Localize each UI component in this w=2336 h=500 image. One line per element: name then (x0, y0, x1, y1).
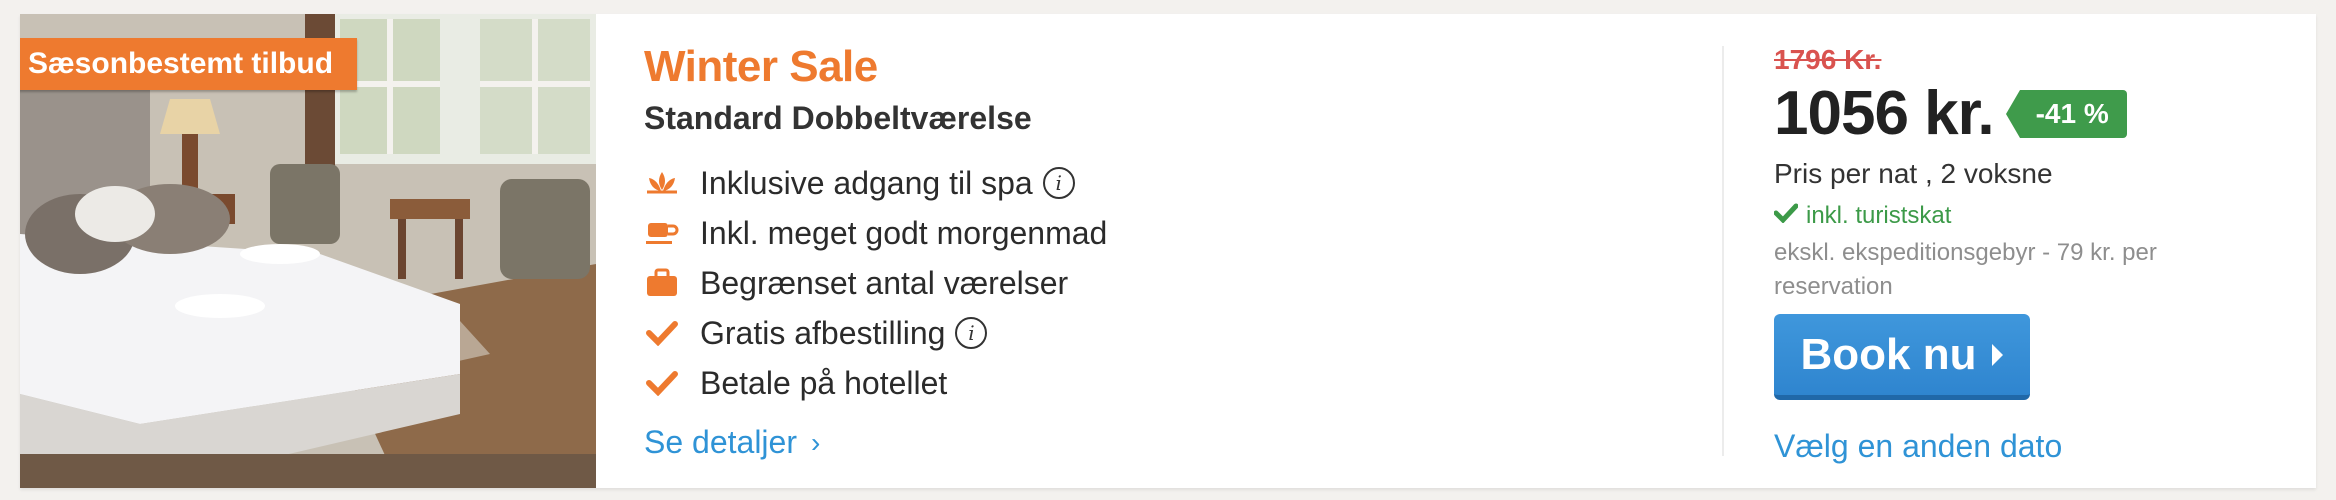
see-details-link[interactable]: Se detaljer › (644, 424, 820, 461)
check-icon (1773, 202, 1799, 230)
spa-lotus-icon (644, 165, 680, 201)
info-icon[interactable]: i (1042, 167, 1075, 199)
original-price: 1796 Kr. (1774, 44, 1882, 75)
feature-limited-rooms: Begrænset antal værelser (644, 258, 1107, 308)
chevron-right-icon: › (810, 426, 821, 458)
current-price: 1056 kr. (1774, 79, 1995, 148)
price-row: 1056 kr. -41 % (1774, 78, 2127, 149)
feature-free-cancellation-label: Gratis afbestilling (700, 314, 946, 351)
tax-note-label: inkl. turistskat (1806, 202, 1952, 229)
feature-breakfast-label: Inkl. meget godt morgenmad (700, 214, 1108, 251)
feature-breakfast: Inkl. meget godt morgenmad (644, 208, 1107, 258)
feature-limited-rooms-label: Begrænset antal værelser (700, 264, 1069, 301)
deal-card: Sæsonbestemt tilbud Winter Sale Standard… (20, 14, 2316, 488)
feature-spa: Inklusive adgang til spa i (644, 158, 1107, 208)
check-icon (644, 365, 680, 401)
discount-badge: -41 % (2005, 89, 2127, 138)
choose-other-date-link[interactable]: Vælg en anden dato (1774, 428, 2062, 465)
coffee-cup-icon (644, 215, 680, 251)
seasonal-offer-badge: Sæsonbestemt tilbud (20, 38, 358, 90)
book-now-label: Book nu (1800, 329, 1977, 379)
column-divider (1722, 46, 1724, 456)
info-icon[interactable]: i (955, 317, 988, 349)
caret-right-icon (1992, 343, 2004, 366)
feature-free-cancellation: Gratis afbestilling i (644, 308, 1107, 358)
deal-info: Winter Sale Standard Dobbeltværelse Inkl… (644, 14, 1644, 488)
tax-note: inkl. turistskat (1773, 202, 1952, 230)
price-per-night: Pris per nat , 2 voksne (1774, 158, 2053, 189)
feature-list: Inklusive adgang til spa i Inkl. meget g… (644, 158, 1107, 408)
room-name: Standard Dobbeltværelse (644, 100, 1032, 136)
feature-spa-label: Inklusive adgang til spa (700, 164, 1033, 201)
price-column: 1796 Kr. 1056 kr. -41 % Pris per nat , 2… (1773, 14, 2294, 488)
feature-pay-at-hotel: Betale på hotellet (644, 358, 1107, 408)
book-now-button[interactable]: Book nu (1774, 314, 2030, 400)
deal-title: Winter Sale (644, 42, 878, 91)
room-photo[interactable]: Sæsonbestemt tilbud (20, 14, 596, 488)
fee-note: ekskl. ekspeditionsgebyr - 79 kr. per re… (1774, 239, 2157, 300)
see-details-label: Se detaljer (644, 424, 797, 460)
check-icon (644, 315, 680, 351)
feature-pay-at-hotel-label: Betale på hotellet (700, 364, 948, 401)
briefcase-icon (644, 265, 680, 301)
